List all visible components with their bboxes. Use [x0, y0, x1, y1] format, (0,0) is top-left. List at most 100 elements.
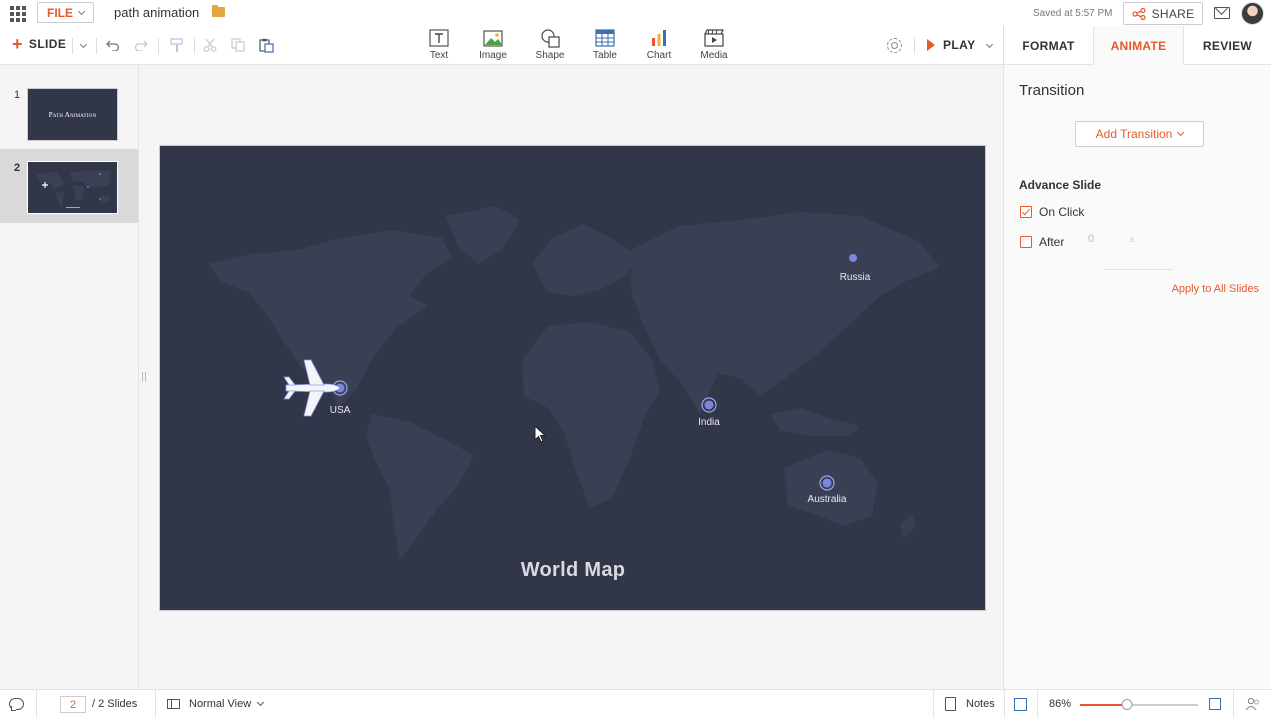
advance-slide-heading: Advance Slide	[1019, 178, 1102, 192]
view-mode-label: Normal View	[189, 698, 252, 710]
current-slide-input[interactable]: 2	[60, 696, 86, 713]
europe-landmass	[532, 224, 636, 296]
russia-label: Russia	[839, 272, 871, 283]
after-seconds-input[interactable]: 0	[1088, 233, 1094, 245]
insert-image-button[interactable]: Image	[471, 27, 515, 61]
toolbar-divider	[914, 38, 915, 54]
usa-label: USA	[329, 405, 351, 416]
paste-icon[interactable]	[258, 37, 274, 53]
normal-view-icon[interactable]	[167, 699, 180, 709]
view-mode-dropdown[interactable]: Normal View	[189, 698, 265, 710]
insert-chart-label: Chart	[646, 50, 672, 61]
mail-icon[interactable]	[1214, 7, 1230, 19]
play-label: PLAY	[943, 38, 976, 52]
insert-media-label: Media	[700, 50, 728, 61]
insert-table-label: Table	[593, 50, 617, 61]
slide-preview	[27, 161, 118, 214]
copy-icon[interactable]	[230, 37, 246, 53]
southeast-asia-islands	[770, 408, 860, 436]
toolbar-divider	[194, 38, 195, 54]
greenland-landmass	[446, 206, 520, 264]
toolbar: + SLIDE Text Image Shape Table Chart Med…	[0, 26, 1271, 66]
status-divider	[1004, 690, 1005, 718]
folder-icon[interactable]	[212, 5, 225, 17]
new-zealand-landmass	[900, 514, 916, 538]
insert-text-label: Text	[429, 50, 449, 61]
insert-table-button[interactable]: Table	[583, 27, 627, 61]
tab-animate[interactable]: ANIMATE	[1093, 26, 1184, 66]
play-options-dropdown-icon[interactable]	[985, 40, 994, 49]
fit-to-screen-icon[interactable]	[1209, 698, 1221, 710]
on-click-option[interactable]: On Click	[1020, 205, 1084, 219]
notes-button[interactable]: Notes	[966, 698, 995, 710]
share-button[interactable]: SHARE	[1123, 2, 1203, 25]
slide-preview: Path Animation	[27, 88, 118, 141]
status-divider	[1233, 690, 1234, 718]
africa-landmass	[522, 322, 660, 508]
insert-chart-button[interactable]: Chart	[637, 27, 681, 61]
insert-text-button[interactable]: Text	[417, 27, 461, 61]
file-menu-button[interactable]: FILE	[37, 2, 94, 23]
save-status: Saved at 5:57 PM	[1033, 8, 1113, 19]
user-avatar[interactable]	[1241, 2, 1264, 25]
cut-icon[interactable]	[202, 37, 218, 53]
on-click-checkbox[interactable]	[1020, 206, 1032, 218]
share-icon	[1131, 7, 1146, 20]
zoom-slider-fill	[1080, 704, 1128, 706]
zoom-slider-handle[interactable]	[1121, 699, 1133, 710]
transition-heading: Transition	[1019, 82, 1085, 99]
status-divider	[36, 690, 37, 718]
toolbar-divider	[96, 38, 97, 54]
add-transition-button[interactable]: Add Transition	[1075, 121, 1204, 147]
play-button[interactable]: PLAY	[927, 38, 976, 52]
after-checkbox[interactable]	[1020, 236, 1032, 248]
format-painter-icon[interactable]	[169, 37, 185, 53]
chat-icon[interactable]	[9, 698, 24, 711]
image-icon	[482, 28, 504, 48]
redo-icon[interactable]	[133, 37, 149, 53]
chevron-down-icon	[1177, 128, 1185, 137]
slide-number: 2	[14, 162, 21, 174]
total-slides: / 2 Slides	[92, 698, 138, 710]
apply-to-all-slides-link[interactable]: Apply to All Slides	[1172, 283, 1259, 295]
document-title[interactable]: path animation	[114, 5, 199, 20]
insert-shape-button[interactable]: Shape	[528, 27, 572, 61]
slide-thumbnail-1[interactable]: 1 Path Animation	[0, 65, 138, 141]
panel-resize-handle[interactable]	[142, 372, 146, 382]
india-marker[interactable]	[701, 397, 717, 413]
slide-title[interactable]: World Map	[521, 559, 626, 582]
russia-marker[interactable]	[849, 254, 857, 262]
chevron-down-icon	[77, 7, 86, 15]
on-click-label: On Click	[1039, 205, 1085, 219]
tab-review[interactable]: REVIEW	[1184, 26, 1271, 65]
notes-icon[interactable]	[945, 697, 956, 711]
divider	[1105, 269, 1173, 270]
india-label: India	[698, 417, 720, 428]
app-grid-icon[interactable]	[10, 6, 26, 22]
after-option[interactable]: After	[1020, 235, 1064, 249]
slide-canvas[interactable]: USA Russia India Australia World Map	[159, 145, 986, 611]
tab-format[interactable]: FORMAT	[1004, 26, 1093, 65]
south-america-landmass	[366, 414, 474, 560]
slide-layout-dropdown-icon[interactable]	[79, 40, 88, 49]
status-divider	[933, 690, 934, 718]
add-transition-label: Add Transition	[1095, 127, 1173, 141]
add-slide-button[interactable]: + SLIDE	[12, 34, 66, 54]
undo-icon[interactable]	[105, 37, 121, 53]
text-box-icon	[428, 28, 450, 48]
collaborators-icon[interactable]	[1245, 697, 1261, 711]
slide-number: 1	[14, 89, 21, 101]
australia-label: Australia	[807, 494, 847, 505]
fit-to-width-icon[interactable]	[1014, 698, 1027, 711]
chart-icon	[648, 28, 670, 48]
asia-landmass	[630, 212, 940, 414]
slide-thumbnail-2[interactable]: 2	[0, 149, 138, 223]
toolbar-divider	[158, 38, 159, 54]
zoom-slider[interactable]	[1080, 699, 1198, 710]
slide-preview-title: Path Animation	[48, 110, 97, 119]
status-divider	[155, 690, 156, 718]
insert-media-button[interactable]: Media	[692, 27, 736, 61]
share-label: SHARE	[1151, 6, 1195, 21]
plus-icon: +	[12, 34, 23, 54]
settings-gear-icon[interactable]	[887, 38, 902, 53]
